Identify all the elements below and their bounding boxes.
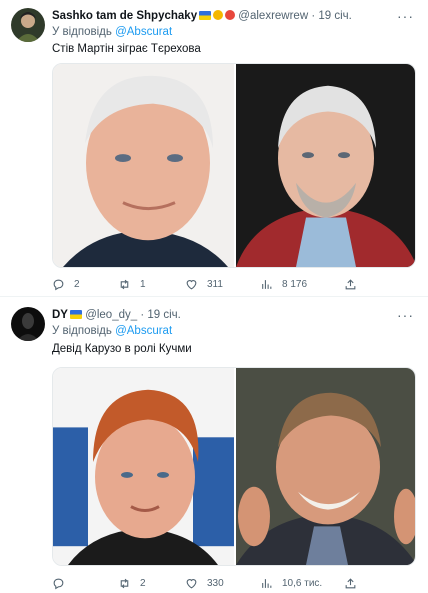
reply-count: 2 xyxy=(74,278,80,290)
reply-prefix: У відповідь xyxy=(52,26,112,38)
ukraine-flag-icon xyxy=(69,310,82,319)
more-horizontal-icon[interactable]: ··· xyxy=(397,8,414,24)
retweet-count: 2 xyxy=(140,577,146,589)
handle[interactable]: @leo_dy_ xyxy=(85,309,137,321)
portrait-image xyxy=(53,64,234,267)
tweet-2[interactable]: DY @leo_dy_ · 19 січ. ··· У відповідь @A… xyxy=(0,297,428,593)
share-icon xyxy=(345,278,356,289)
handle[interactable]: @alexrewrew xyxy=(238,10,308,22)
avatar-image xyxy=(11,8,45,42)
like-count: 311 xyxy=(207,278,223,290)
portrait-image xyxy=(236,64,415,267)
retweet-button[interactable]: 1 xyxy=(118,276,146,292)
retweet-button[interactable]: 2 xyxy=(118,575,146,591)
tweet-media[interactable] xyxy=(52,63,416,268)
avatar[interactable] xyxy=(11,8,45,42)
share-button[interactable] xyxy=(344,276,357,292)
like-button[interactable]: 311 xyxy=(185,276,223,292)
reply-context: У відповідь @Abscurat xyxy=(52,324,172,338)
retweet-icon xyxy=(120,578,129,588)
reply-icon xyxy=(53,279,64,290)
heart-icon xyxy=(186,578,197,588)
tweet-text: Стів Мартін зіграє Тєрехова xyxy=(52,43,201,55)
photo-left[interactable] xyxy=(53,368,234,565)
reply-context: У відповідь @Abscurat xyxy=(52,25,172,39)
view-count: 8 176 xyxy=(282,278,308,290)
share-button[interactable] xyxy=(344,575,357,591)
tweet-actions: 2 1 311 8 176 xyxy=(52,276,372,292)
reply-icon xyxy=(53,578,64,589)
avatar-image xyxy=(11,307,45,341)
views-button[interactable]: 10,6 тис. xyxy=(260,575,322,591)
views-button[interactable]: 8 176 xyxy=(260,276,307,292)
like-count: 330 xyxy=(207,577,224,589)
photo-right[interactable] xyxy=(236,368,415,565)
retweet-icon xyxy=(120,279,129,289)
reply-to-link[interactable]: @Abscurat xyxy=(115,325,172,337)
tweet-header: Sashko tam de Shpychaky @alexrewrew · 19… xyxy=(52,9,414,23)
retweet-count: 1 xyxy=(140,278,146,290)
photo-right[interactable] xyxy=(236,64,415,267)
display-name[interactable]: DY xyxy=(52,309,68,321)
tweet-text: Девід Карузо в ролі Кучми xyxy=(52,343,192,355)
ukraine-flag-icon xyxy=(199,11,212,20)
reply-button[interactable] xyxy=(52,575,74,591)
heart-icon xyxy=(186,279,197,289)
tweet-actions: 2 330 10,6 тис. xyxy=(52,575,372,591)
views-chart-icon xyxy=(262,578,272,588)
tweet-media[interactable] xyxy=(52,367,416,566)
reply-prefix: У відповідь xyxy=(52,325,112,337)
tweet-1[interactable]: Sashko tam de Shpychaky @alexrewrew · 19… xyxy=(0,0,428,297)
sunflower-icon xyxy=(213,10,224,20)
portrait-image xyxy=(236,368,415,565)
timestamp[interactable]: · 19 січ. xyxy=(311,10,352,22)
avatar[interactable] xyxy=(11,307,45,341)
more-horizontal-icon[interactable]: ··· xyxy=(397,307,414,323)
timestamp[interactable]: · 19 січ. xyxy=(140,309,181,321)
display-name[interactable]: Sashko tam de Shpychaky xyxy=(52,10,197,22)
tweet-header: DY @leo_dy_ · 19 січ. xyxy=(52,308,414,322)
view-count: 10,6 тис. xyxy=(282,577,323,589)
views-chart-icon xyxy=(262,279,272,289)
photo-left[interactable] xyxy=(53,64,234,267)
portrait-image xyxy=(53,368,234,565)
reply-to-link[interactable]: @Abscurat xyxy=(115,26,172,38)
watermelon-icon xyxy=(225,10,236,20)
like-button[interactable]: 330 xyxy=(185,575,224,591)
share-icon xyxy=(345,577,356,588)
reply-button[interactable]: 2 xyxy=(52,276,80,292)
